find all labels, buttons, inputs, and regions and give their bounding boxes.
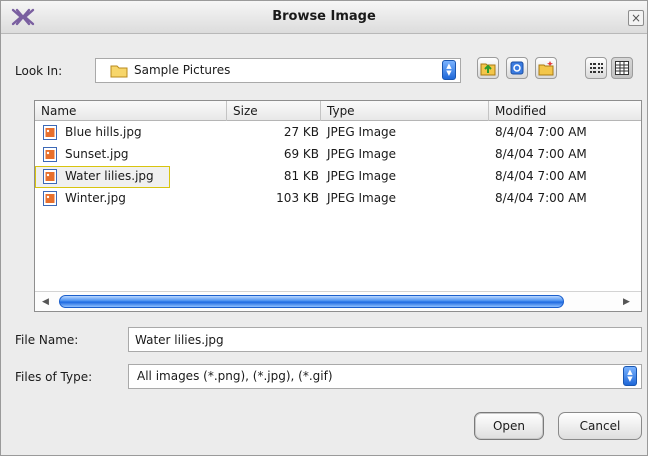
file-modified-cell: 8/4/04 7:00 AM <box>495 125 587 139</box>
file-name-cell: Winter.jpg <box>65 191 126 205</box>
file-type-cell: JPEG Image <box>327 191 397 205</box>
column-header-modified[interactable]: Modified <box>489 101 641 121</box>
file-list[interactable]: Name Size Type Modified Blue hills.jpg 2… <box>34 100 642 312</box>
files-of-type-combo[interactable]: All images (*.png), (*.jpg), (*.gif) ▲ ▼ <box>128 364 642 389</box>
details-view-button[interactable] <box>611 57 633 79</box>
file-type-cell: JPEG Image <box>327 169 397 183</box>
file-name-field[interactable]: Water lilies.jpg <box>128 327 642 352</box>
column-header-size[interactable]: Size <box>227 101 321 121</box>
file-size-cell: 69 KB <box>283 147 319 161</box>
close-button[interactable]: × <box>628 10 644 26</box>
file-row[interactable]: Winter.jpg 103 KB JPEG Image 8/4/04 7:00… <box>35 188 641 210</box>
browse-image-dialog: Browse Image × Look In: Sample Pictures … <box>0 0 648 456</box>
scrollbar-thumb[interactable] <box>59 295 564 308</box>
files-of-type-value: All images (*.png), (*.jpg), (*.gif) <box>137 369 333 383</box>
file-name-cell: Water lilies.jpg <box>65 169 154 183</box>
up-folder-button[interactable] <box>477 57 499 79</box>
list-view-icon <box>590 63 603 73</box>
look-in-combo[interactable]: Sample Pictures ▲ ▼ <box>95 58 461 83</box>
jpeg-file-icon <box>43 169 57 184</box>
new-folder-button[interactable] <box>535 57 557 79</box>
jpeg-file-icon <box>43 147 57 162</box>
column-header-type[interactable]: Type <box>321 101 489 121</box>
scroll-left-icon[interactable]: ◀ <box>42 297 49 307</box>
file-type-cell: JPEG Image <box>327 147 397 161</box>
file-list-header: Name Size Type Modified <box>35 101 641 121</box>
up-folder-icon <box>480 63 496 76</box>
cancel-button[interactable]: Cancel <box>558 412 642 440</box>
home-button[interactable] <box>506 57 528 79</box>
horizontal-scrollbar[interactable]: ◀ ▶ <box>35 291 641 311</box>
dialog-title: Browse Image <box>272 9 376 24</box>
files-of-type-dropdown-icon[interactable]: ▲ ▼ <box>623 366 637 386</box>
list-view-button[interactable] <box>585 57 607 79</box>
look-in-value: Sample Pictures <box>134 63 231 77</box>
file-size-cell: 103 KB <box>276 191 319 205</box>
jpeg-file-icon <box>43 191 57 206</box>
file-name-label: File Name: <box>15 333 79 347</box>
file-row[interactable]: Blue hills.jpg 27 KB JPEG Image 8/4/04 7… <box>35 122 641 144</box>
file-modified-cell: 8/4/04 7:00 AM <box>495 191 587 205</box>
new-folder-icon <box>538 61 554 76</box>
look-in-label: Look In: <box>15 64 63 78</box>
scroll-right-icon[interactable]: ▶ <box>623 297 630 307</box>
file-type-cell: JPEG Image <box>327 125 397 139</box>
file-size-cell: 27 KB <box>283 125 319 139</box>
file-name-cell: Blue hills.jpg <box>65 125 142 139</box>
files-of-type-label: Files of Type: <box>15 370 93 384</box>
file-row-selected[interactable]: Water lilies.jpg 81 KB JPEG Image 8/4/04… <box>35 166 641 188</box>
look-in-dropdown-icon[interactable]: ▲ ▼ <box>442 60 456 80</box>
title-bar: Browse Image × <box>1 1 647 34</box>
file-name-cell: Sunset.jpg <box>65 147 129 161</box>
file-size-cell: 81 KB <box>283 169 319 183</box>
details-view-icon <box>615 61 629 75</box>
file-row[interactable]: Sunset.jpg 69 KB JPEG Image 8/4/04 7:00 … <box>35 144 641 166</box>
home-icon <box>510 61 524 75</box>
jpeg-file-icon <box>43 125 57 140</box>
file-modified-cell: 8/4/04 7:00 AM <box>495 147 587 161</box>
open-button[interactable]: Open <box>474 412 544 440</box>
folder-icon <box>110 65 128 78</box>
file-modified-cell: 8/4/04 7:00 AM <box>495 169 587 183</box>
column-header-name[interactable]: Name <box>35 101 227 121</box>
